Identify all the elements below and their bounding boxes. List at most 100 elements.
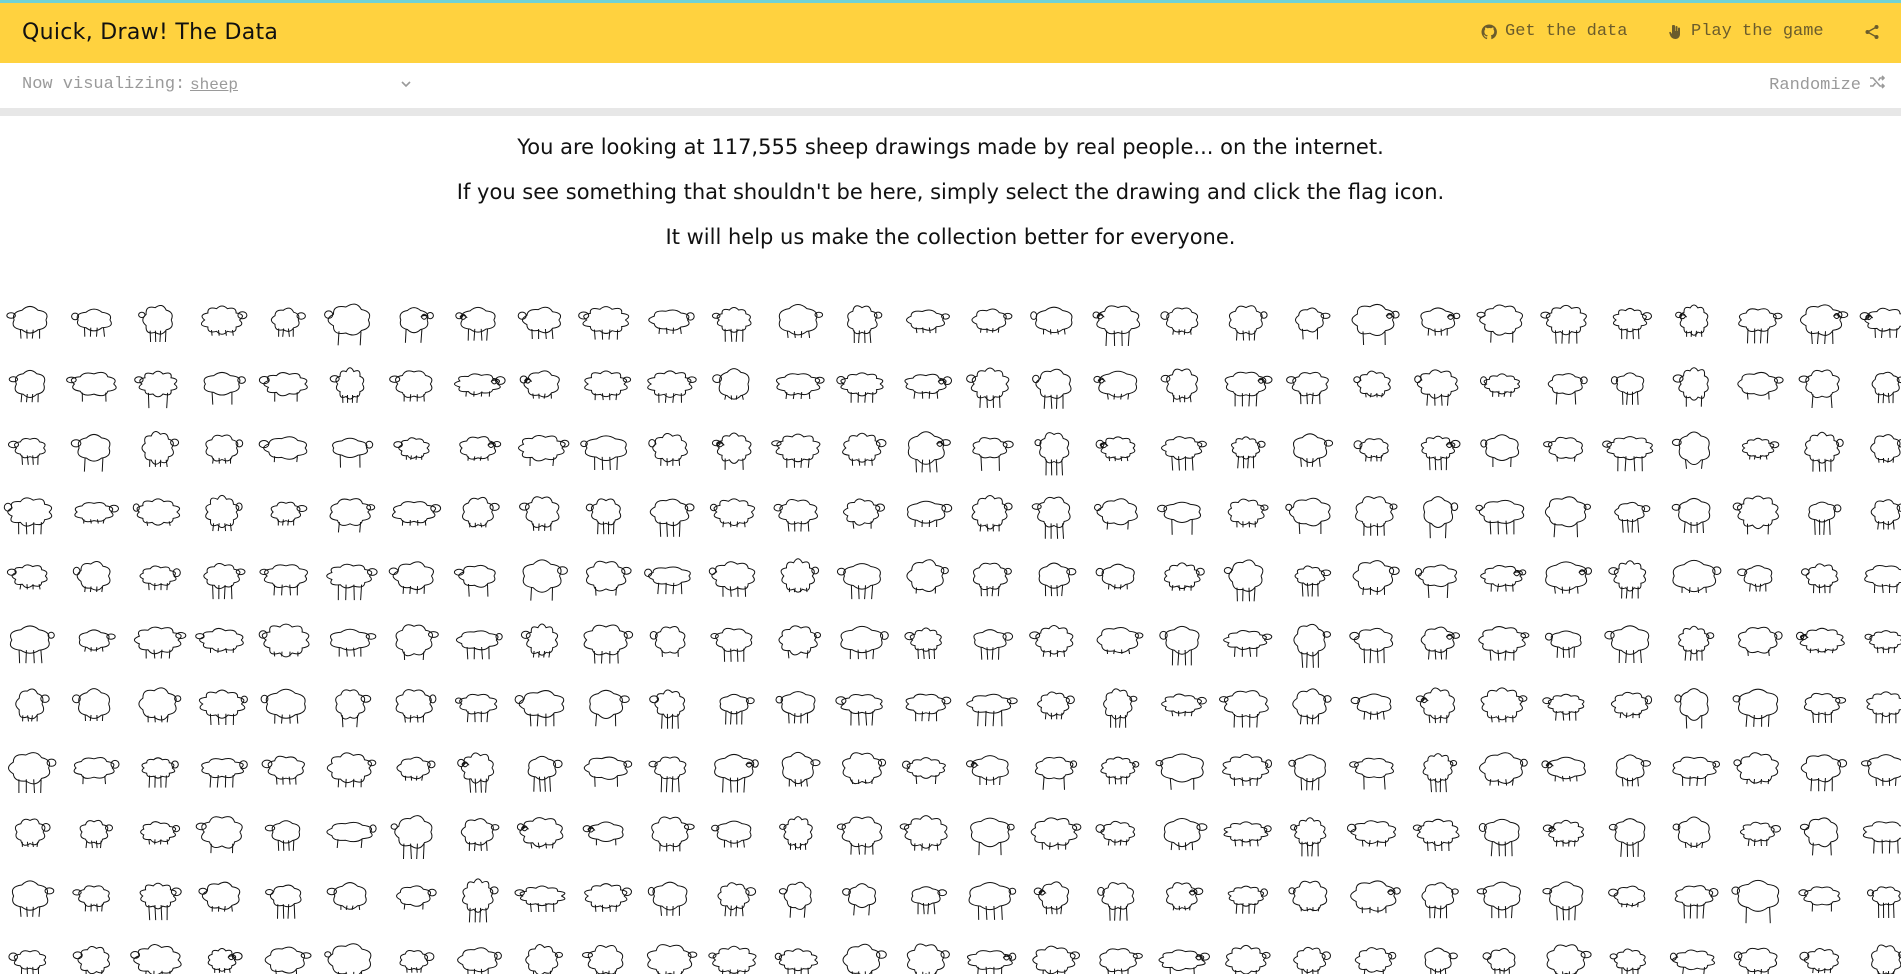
sheep-drawing[interactable] <box>8 752 57 794</box>
sheep-drawing[interactable] <box>1547 373 1588 405</box>
sheep-drawing[interactable] <box>1482 948 1516 974</box>
sheep-drawing[interactable] <box>1672 559 1722 593</box>
sheep-drawing[interactable] <box>647 881 688 916</box>
sheep-drawing[interactable] <box>329 367 365 403</box>
sheep-drawing[interactable] <box>582 944 624 974</box>
sheep-drawing[interactable] <box>649 498 695 537</box>
sheep-drawing[interactable] <box>904 627 942 660</box>
sheep-drawing[interactable] <box>646 944 698 974</box>
sheep-drawing[interactable] <box>1542 693 1585 721</box>
sheep-drawing[interactable] <box>139 882 182 921</box>
sheep-drawing[interactable] <box>842 883 877 916</box>
sheep-drawing[interactable] <box>3 497 53 535</box>
sheep-drawing[interactable] <box>8 950 47 974</box>
sheep-drawing[interactable] <box>258 623 310 658</box>
sheep-drawing[interactable] <box>966 755 1009 786</box>
sheep-drawing[interactable] <box>455 306 496 341</box>
sheep-drawing[interactable] <box>717 882 757 917</box>
sheep-drawing[interactable] <box>1602 436 1654 472</box>
sheep-drawing[interactable] <box>1163 562 1205 591</box>
sheep-drawing[interactable] <box>1608 560 1647 599</box>
sheep-drawing[interactable] <box>198 881 241 912</box>
sheep-drawing[interactable] <box>1094 498 1138 530</box>
sheep-drawing[interactable] <box>1478 818 1520 857</box>
sheep-drawing[interactable] <box>589 689 630 727</box>
sheep-drawing[interactable] <box>1355 496 1398 536</box>
sheep-drawing[interactable] <box>1163 817 1208 851</box>
sheep-drawing[interactable] <box>1476 881 1521 919</box>
sheep-drawing[interactable] <box>584 883 633 912</box>
sheep-drawing[interactable] <box>1100 756 1140 785</box>
sheep-drawing[interactable] <box>399 307 434 343</box>
sheep-drawing[interactable] <box>1032 368 1072 409</box>
sheep-drawing[interactable] <box>1347 820 1397 847</box>
sheep-drawing[interactable] <box>1295 307 1331 340</box>
sheep-drawing[interactable] <box>1871 371 1901 404</box>
sheep-drawing[interactable] <box>259 564 309 596</box>
sheep-drawing[interactable] <box>906 943 950 974</box>
sheep-drawing[interactable] <box>1674 688 1709 729</box>
sheep-drawing[interactable] <box>522 559 568 601</box>
play-the-game-link[interactable]: Play the game <box>1669 22 1824 41</box>
sheep-drawing[interactable] <box>1798 886 1841 912</box>
sheep-drawing[interactable] <box>1285 497 1331 535</box>
sheep-drawing[interactable] <box>326 563 378 601</box>
sheep-drawing[interactable] <box>396 885 437 910</box>
sheep-drawing[interactable] <box>1228 305 1268 341</box>
sheep-drawing[interactable] <box>264 820 301 851</box>
sheep-drawing[interactable] <box>1420 307 1461 336</box>
sheep-drawing[interactable] <box>1480 687 1528 723</box>
sheep-drawing[interactable] <box>1864 565 1901 594</box>
sheep-drawing[interactable] <box>324 943 372 974</box>
sheep-drawing[interactable] <box>1672 816 1711 849</box>
sheep-drawing[interactable] <box>1862 821 1901 854</box>
sheep-drawing[interactable] <box>719 693 755 725</box>
sheep-drawing[interactable] <box>1290 817 1327 857</box>
sheep-drawing[interactable] <box>1227 885 1268 914</box>
sheep-drawing[interactable] <box>1353 438 1389 462</box>
sheep-drawing[interactable] <box>138 304 173 343</box>
sheep-drawing[interactable] <box>1155 753 1204 790</box>
sheep-drawing[interactable] <box>1350 880 1401 914</box>
sheep-drawing[interactable] <box>1870 434 1901 463</box>
sheep-drawing[interactable] <box>585 560 632 596</box>
sheep-drawing[interactable] <box>1476 304 1524 343</box>
sheep-drawing[interactable] <box>585 498 622 535</box>
sheep-drawing[interactable] <box>78 629 116 652</box>
sheep-drawing[interactable] <box>1161 436 1207 471</box>
sheep-drawing[interactable] <box>1096 627 1144 655</box>
sheep-drawing[interactable] <box>1415 687 1456 724</box>
sheep-drawing[interactable] <box>1738 626 1783 656</box>
sheep-drawing[interactable] <box>644 566 691 595</box>
sheep-drawing[interactable] <box>907 431 951 473</box>
sheep-drawing[interactable] <box>778 625 821 659</box>
sheep-drawing[interactable] <box>73 756 120 785</box>
sheep-drawing[interactable] <box>1095 563 1135 590</box>
sheep-drawing[interactable] <box>1286 371 1329 405</box>
sheep-drawing[interactable] <box>1095 436 1136 462</box>
sheep-drawing[interactable] <box>902 757 946 785</box>
sheep-drawing[interactable] <box>1614 501 1651 533</box>
sheep-drawing[interactable] <box>258 372 308 402</box>
sheep-drawing[interactable] <box>1739 821 1782 847</box>
sheep-drawing[interactable] <box>708 561 756 597</box>
sheep-drawing[interactable] <box>1870 499 1901 530</box>
sheep-drawing[interactable] <box>966 367 1010 408</box>
sheep-drawing[interactable] <box>1103 688 1138 728</box>
sheep-drawing[interactable] <box>1801 563 1839 594</box>
sheep-drawing[interactable] <box>1160 307 1199 335</box>
sheep-drawing[interactable] <box>1160 368 1199 403</box>
sheep-drawing[interactable] <box>525 944 564 974</box>
sheep-drawing[interactable] <box>843 498 885 529</box>
sheep-drawing[interactable] <box>324 303 371 346</box>
sheep-drawing[interactable] <box>712 368 750 400</box>
sheep-drawing[interactable] <box>198 689 248 726</box>
sheep-drawing[interactable] <box>8 369 46 403</box>
sheep-drawing[interactable] <box>1615 754 1652 787</box>
sheep-drawing[interactable] <box>842 752 887 785</box>
sheep-drawing[interactable] <box>1675 304 1709 337</box>
sheep-drawing[interactable] <box>79 819 113 849</box>
sheep-drawing[interactable] <box>391 501 442 526</box>
sheep-drawing[interactable] <box>1031 496 1071 539</box>
sheep-drawing[interactable] <box>1475 499 1525 535</box>
